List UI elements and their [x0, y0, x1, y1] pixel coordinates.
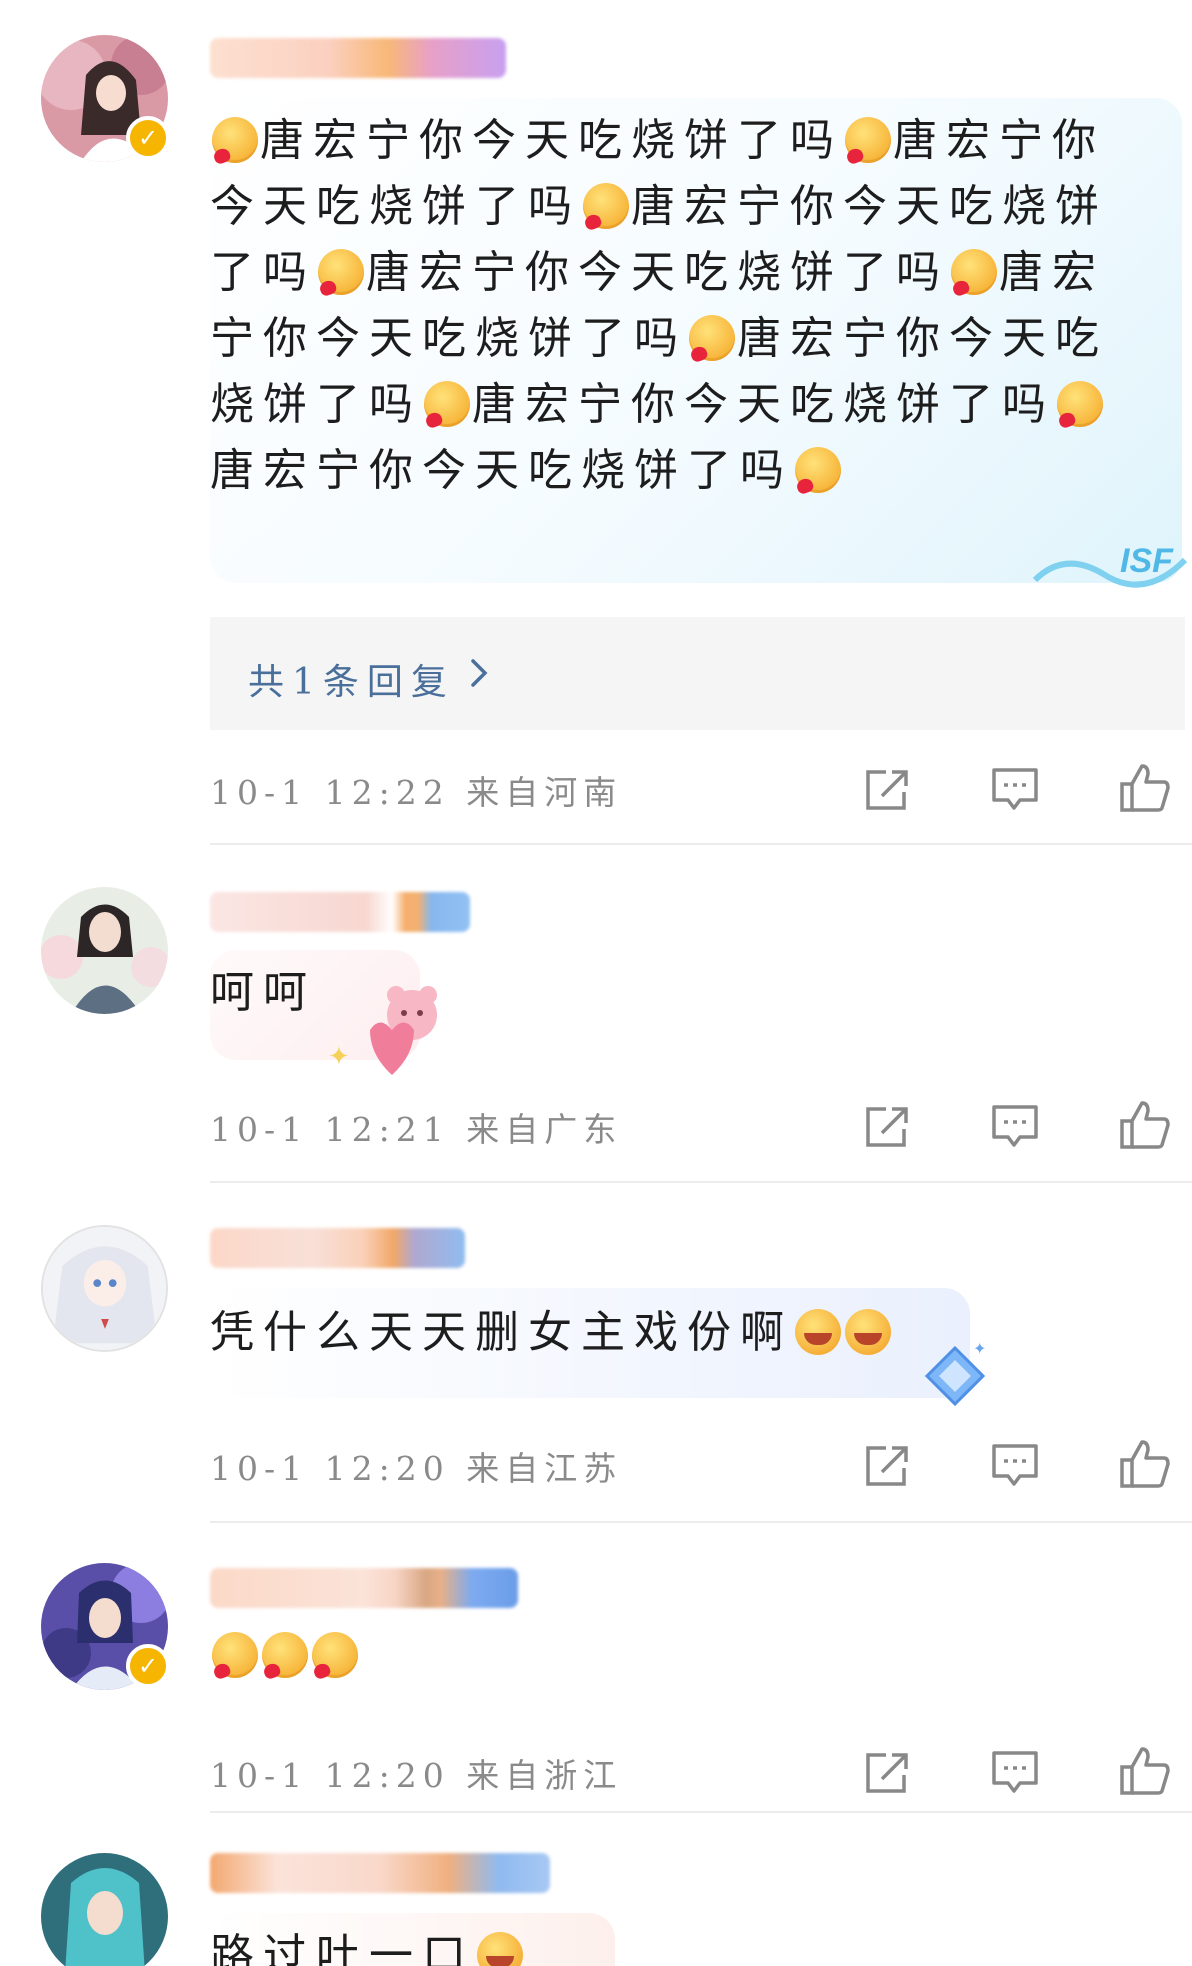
username-blurred[interactable] [210, 1568, 518, 1608]
blush-heart-emoji-icon [212, 117, 258, 163]
comment-location: 来自河南 [466, 773, 623, 812]
avatar[interactable] [41, 1853, 168, 1966]
comment-text: 呵呵 [210, 967, 316, 1018]
comment-location: 来自浙江 [466, 1756, 623, 1795]
blush-heart-emoji-icon [689, 315, 735, 361]
comment-meta: 10-1 12:20 来自浙江 [210, 1749, 622, 1797]
comment-text: 凭什么天天删女主戏份啊 [210, 1300, 893, 1366]
comment-item: 路过吐一口 [0, 1813, 1192, 1966]
laugh-cry-emoji-icon [845, 1309, 891, 1355]
username-blurred[interactable] [210, 1853, 550, 1893]
like-icon[interactable] [1118, 1745, 1170, 1795]
blush-heart-emoji-icon [951, 249, 997, 295]
blush-heart-emoji-icon [318, 249, 364, 295]
comment-icon[interactable] [990, 1749, 1042, 1797]
blush-heart-emoji-icon [795, 447, 841, 493]
comment-item: ✓ ISF 唐宏宁你今天吃烧饼了吗 唐宏宁你今天吃烧饼了吗 唐宏宁你今天吃烧饼了吗唐… [0, 0, 1192, 845]
comment-text [210, 1623, 360, 1689]
flower-emoji-icon [312, 1632, 358, 1678]
comment-meta: 10-1 12:20 来自江苏 [210, 1442, 622, 1490]
comment-meta: 10-1 12:21 来自广东 [210, 1103, 622, 1151]
blush-heart-emoji-icon [424, 381, 470, 427]
comment-text: 路过吐一口 [210, 1923, 525, 1966]
comment-time: 10-1 12:20 [210, 1756, 450, 1795]
blush-heart-emoji-icon [845, 117, 891, 163]
verified-badge-icon: ✓ [126, 1644, 170, 1688]
avatar[interactable]: ✓ [41, 35, 170, 162]
bubble-decoration-icon: ISF [1025, 520, 1190, 590]
reply-summary-button[interactable]: 共1条回复 [210, 617, 1185, 730]
username-blurred[interactable] [210, 1228, 465, 1268]
comment-location: 来自江苏 [466, 1449, 623, 1488]
share-icon[interactable] [862, 1103, 914, 1151]
like-icon[interactable] [1118, 1099, 1170, 1149]
reply-summary-text: 共1条回复 [248, 662, 455, 703]
verified-badge-icon: ✓ [126, 116, 170, 160]
comment-icon[interactable] [990, 1103, 1042, 1151]
share-icon[interactable] [862, 1442, 914, 1490]
comment-location: 来自广东 [466, 1110, 623, 1149]
svg-text:✦: ✦ [328, 1042, 350, 1072]
share-icon[interactable] [862, 766, 914, 814]
username-blurred[interactable] [210, 38, 506, 78]
like-icon[interactable] [1118, 762, 1170, 812]
flower-emoji-icon [212, 1632, 258, 1678]
smile-emoji-icon [477, 1932, 523, 1966]
comment-text: 唐宏宁你今天吃烧饼了吗 唐宏宁你今天吃烧饼了吗 唐宏宁你今天吃烧饼了吗 唐宏宁你今天吃… [210, 115, 1108, 496]
avatar[interactable] [41, 1225, 168, 1352]
comment-time: 10-1 12:22 [210, 773, 450, 812]
comment-item: ✓ 10-1 12:20 来自浙江 [0, 1523, 1192, 1813]
comment-time: 10-1 12:21 [210, 1110, 450, 1149]
comment-item: ✦ 呵呵 10-1 12:21 来自广东 [0, 845, 1192, 1183]
like-icon[interactable] [1118, 1438, 1170, 1488]
svg-text:ISF: ISF [1120, 542, 1174, 580]
flower-emoji-icon [262, 1632, 308, 1678]
bear-heart-decoration-icon: ✦ [320, 985, 450, 1089]
blush-heart-emoji-icon [583, 183, 629, 229]
avatar[interactable] [41, 887, 168, 1014]
blush-heart-emoji-icon [1057, 381, 1103, 427]
diamond-decoration-icon: ✦ [915, 1338, 995, 1422]
laugh-cry-emoji-icon [795, 1309, 841, 1355]
comment-icon[interactable] [990, 1442, 1042, 1490]
comment-meta: 10-1 12:22 来自河南 [210, 766, 622, 814]
comment-icon[interactable] [990, 766, 1042, 814]
chevron-right-icon [468, 655, 492, 695]
svg-text:✦: ✦ [973, 1339, 986, 1358]
avatar[interactable]: ✓ [41, 1563, 170, 1690]
comment-item: ✦ 凭什么天天删女主戏份啊 10-1 12:20 来自江苏 [0, 1183, 1192, 1523]
username-blurred[interactable] [210, 892, 470, 932]
comment-time: 10-1 12:20 [210, 1449, 450, 1488]
share-icon[interactable] [862, 1749, 914, 1797]
